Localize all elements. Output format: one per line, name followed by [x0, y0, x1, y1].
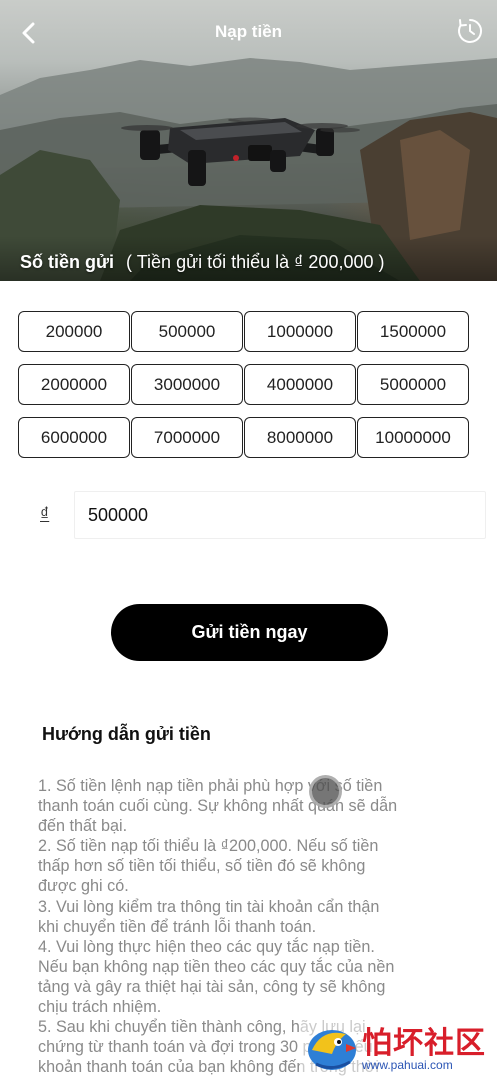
amount-option[interactable]: 7000000: [131, 417, 243, 458]
assistive-touch-button[interactable]: [309, 775, 342, 808]
deposit-amount-heading: Số tiền gửi ( Tiền gửi tối thiểu là ₫ 200…: [20, 252, 384, 273]
guide-line: thanh toán cuối cùng. Sự không nhất quán…: [38, 797, 398, 816]
watermark-title: 怕坏社区: [362, 1026, 486, 1061]
guide-line: 4. Vui lòng thực hiện theo các quy tắc n…: [38, 937, 375, 956]
amount-option[interactable]: 200000: [18, 311, 130, 352]
history-button[interactable]: [455, 16, 485, 46]
clock-history-icon: [458, 19, 482, 43]
amount-option[interactable]: 1000000: [244, 311, 356, 352]
drone-landscape-image: [0, 58, 497, 281]
amount-option[interactable]: 8000000: [244, 417, 356, 458]
guide-line: thấp hơn số tiền tối thiểu, số tiền đó s…: [38, 857, 366, 876]
submit-deposit-button[interactable]: Gửi tiền ngay: [111, 604, 388, 661]
minimum-deposit-hint: ( Tiền gửi tối thiểu là ₫ 200,000 ): [126, 252, 385, 272]
amount-input[interactable]: [74, 491, 486, 539]
guide-line: 1. Số tiền lệnh nạp tiền phải phù hợp vớ…: [38, 777, 383, 795]
guide-line: khi chuyển tiền để tránh lỗi thanh toán.: [38, 917, 317, 936]
currency-symbol: ₫: [40, 504, 50, 524]
amount-option[interactable]: 1500000: [357, 311, 469, 352]
deposit-label: Số tiền gửi: [20, 252, 115, 272]
amount-option[interactable]: 500000: [131, 311, 243, 352]
amount-option[interactable]: 4000000: [244, 364, 356, 405]
amount-options: 200000 500000 1000000 1500000 2000000 30…: [18, 311, 470, 458]
amount-option[interactable]: 10000000: [357, 417, 469, 458]
amount-option[interactable]: 5000000: [357, 364, 469, 405]
guide-line: 2. Số tiền nạp tối thiểu là ₫200,000. Nế…: [38, 837, 379, 856]
hero-banner: Nạp tiền Số tiền gửi ( Tiền gửi tối thiểu…: [0, 0, 497, 281]
parrot-logo-icon: [308, 1030, 356, 1070]
guide-title: Hướng dẫn gửi tiền: [42, 724, 211, 744]
guide-line: 3. Vui lòng kiểm tra thông tin tài khoản…: [38, 897, 380, 916]
guide-line: tảng và gây ra thiệt hại tài sản, công t…: [38, 977, 386, 996]
page-title: Nạp tiền: [214, 22, 283, 41]
amount-option[interactable]: 2000000: [18, 364, 130, 405]
guide-line: Nếu bạn không nạp tiền theo các quy tắc …: [38, 957, 395, 976]
amount-option[interactable]: 3000000: [131, 364, 243, 405]
guide-line: đến thất bại.: [38, 817, 128, 836]
watermark-url: www.pahuai.com: [362, 1058, 453, 1072]
guide-line: chịu trách nhiệm.: [38, 998, 162, 1017]
guide-line: được ghi có.: [38, 877, 129, 896]
amount-option[interactable]: 6000000: [18, 417, 130, 458]
watermark: 怕坏社区 www.pahuai.com: [300, 1018, 497, 1076]
